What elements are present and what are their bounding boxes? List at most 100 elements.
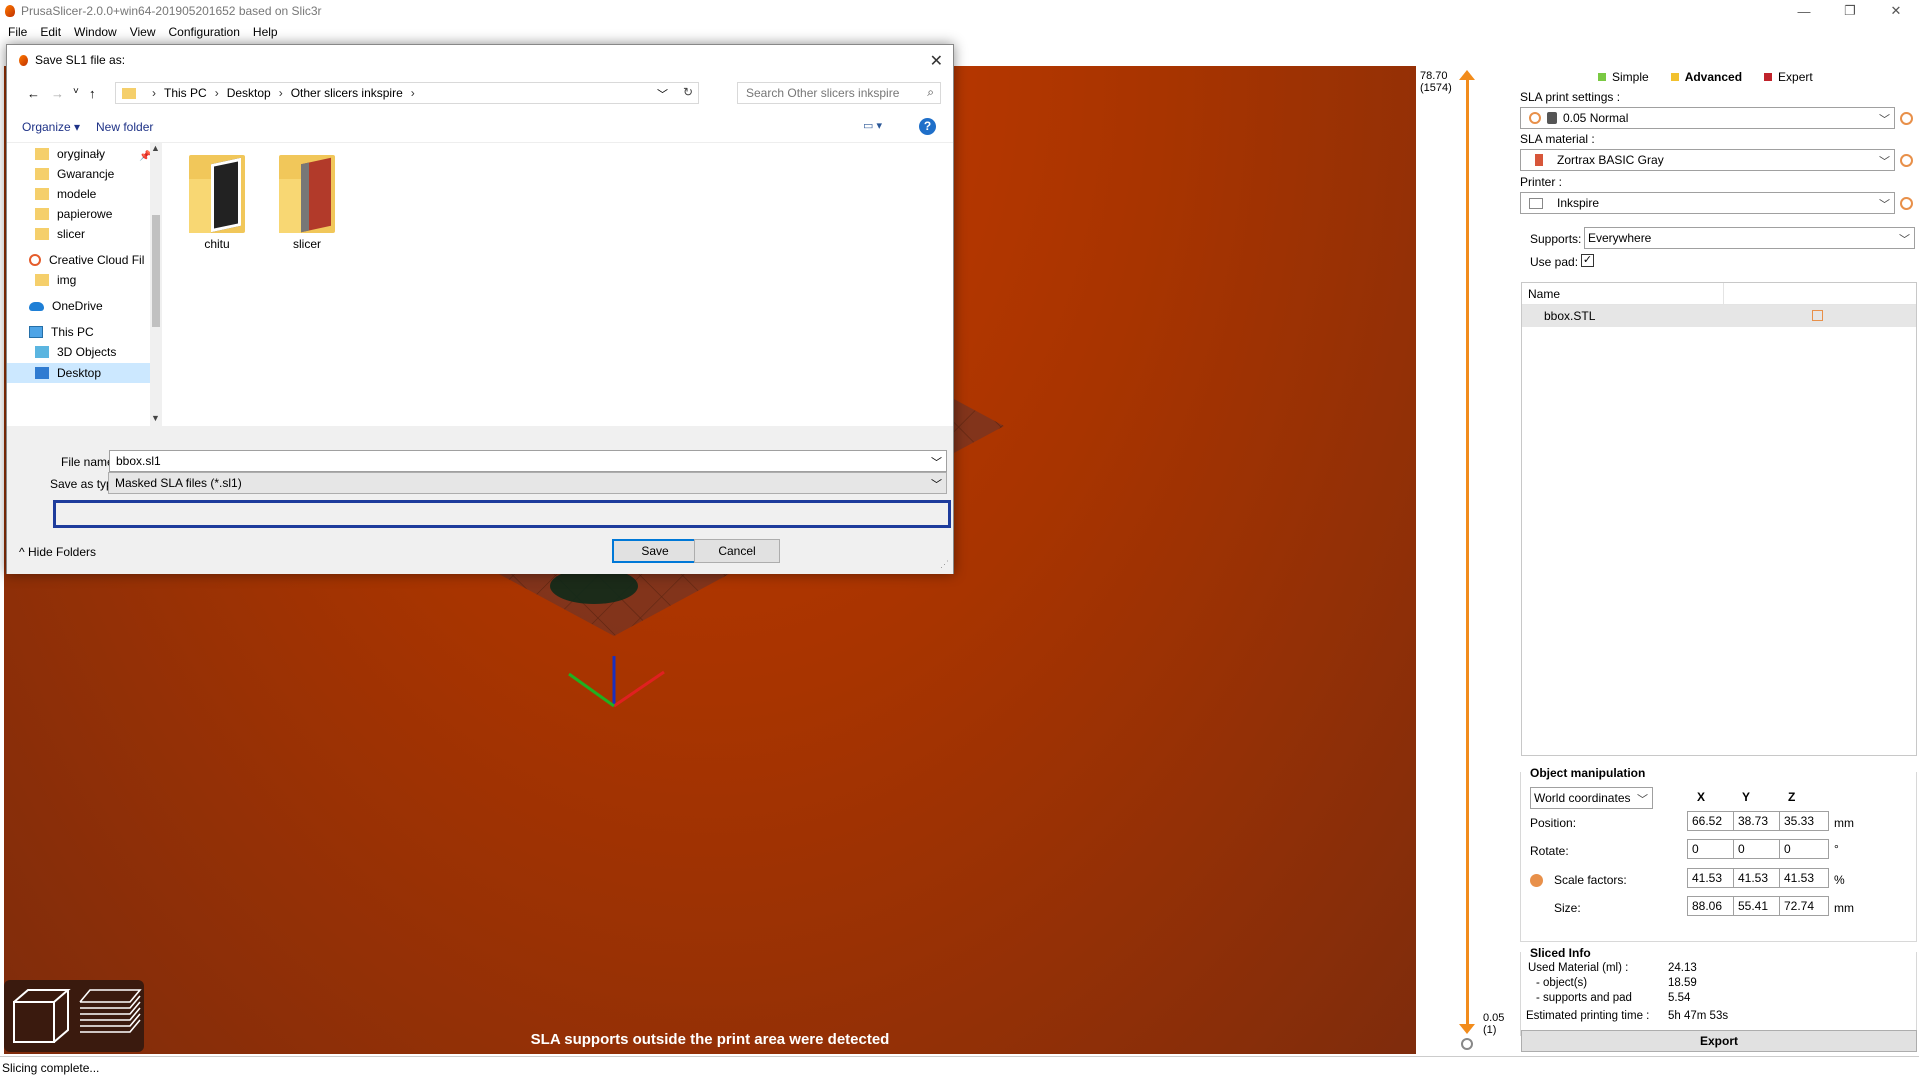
nav-item-img[interactable]: img	[35, 273, 76, 287]
search-input[interactable]: Search Other slicers inkspire ⌕	[737, 82, 941, 104]
menu-help[interactable]: Help	[253, 25, 278, 39]
recent-locations-chevron-icon[interactable]: ˅	[73, 86, 79, 97]
scale-x-input[interactable]: 41.53	[1687, 868, 1737, 888]
edit-object-icon[interactable]	[1812, 310, 1823, 321]
layer-slider-track[interactable]	[1466, 78, 1469, 1028]
size-unit: mm	[1834, 901, 1854, 915]
scrollbar-thumb[interactable]	[152, 215, 160, 327]
help-icon[interactable]: ?	[919, 118, 936, 135]
scroll-up-icon[interactable]: ▲	[151, 143, 160, 153]
breadcrumb-separator-icon[interactable]: ›	[215, 86, 219, 100]
refresh-icon[interactable]: ↻	[683, 85, 693, 99]
print-settings-combo[interactable]: 0.05 Normal ﹀	[1520, 107, 1895, 129]
chevron-down-icon[interactable]: ﹀	[931, 476, 942, 492]
breadcrumb-separator-icon[interactable]: ›	[152, 86, 156, 100]
chevron-down-icon[interactable]: ﹀	[657, 86, 668, 102]
material-label: SLA material :	[1520, 132, 1595, 146]
size-y-input[interactable]: 55.41	[1733, 896, 1783, 916]
file-list: chitu slicer	[162, 143, 953, 426]
maximize-icon[interactable]: ❐	[1827, 0, 1873, 22]
mode-simple[interactable]: Simple	[1598, 70, 1649, 84]
3d-view-icon[interactable]	[13, 989, 71, 1043]
layer-slider-bottom-thumb[interactable]	[1459, 1024, 1475, 1034]
resize-grip-icon[interactable]: ⋰	[940, 559, 949, 570]
breadcrumb-separator-icon[interactable]: ›	[279, 86, 283, 100]
layers-view-icon[interactable]	[79, 989, 142, 1033]
nav-item-modele[interactable]: modele	[35, 187, 96, 201]
nav-item-3d-objects[interactable]: 3D Objects	[35, 345, 116, 359]
print-settings-edit-icon[interactable]	[1900, 112, 1913, 125]
menu-window[interactable]: Window	[74, 25, 117, 39]
rotate-y-input[interactable]: 0	[1733, 839, 1783, 859]
scroll-down-icon[interactable]: ▼	[151, 413, 160, 423]
nav-item-creative-cloud[interactable]: Creative Cloud Fil	[29, 253, 144, 267]
menu-edit[interactable]: Edit	[40, 25, 61, 39]
scale-z-input[interactable]: 41.53	[1779, 868, 1829, 888]
layer-slider-cog-icon[interactable]	[1461, 1038, 1473, 1050]
menu-view[interactable]: View	[130, 25, 156, 39]
cancel-button[interactable]: Cancel	[694, 539, 780, 563]
folder-tile-slicer[interactable]: slicer	[267, 153, 347, 251]
close-window-icon[interactable]: ✕	[1873, 0, 1919, 22]
layer-slider[interactable]: 78.70 (1574) 0.05 (1)	[1417, 66, 1504, 1054]
export-button[interactable]: Export	[1521, 1030, 1917, 1052]
printer-combo[interactable]: Inkspire ﹀	[1520, 192, 1895, 214]
nav-item-onedrive[interactable]: OneDrive	[29, 299, 103, 313]
address-bar[interactable]: › This PC › Desktop › Other slicers inks…	[115, 82, 699, 104]
nav-item-papierowe[interactable]: papierowe	[35, 207, 112, 221]
breadcrumb-desktop[interactable]: Desktop	[227, 86, 271, 100]
object-list-item[interactable]: bbox.STL	[1522, 305, 1916, 327]
rotate-z-input[interactable]: 0	[1779, 839, 1829, 859]
position-x-input[interactable]: 66.52	[1687, 811, 1737, 831]
folder-tile-chitu[interactable]: chitu	[177, 153, 257, 251]
material-edit-icon[interactable]	[1900, 154, 1913, 167]
mode-advanced[interactable]: Advanced	[1670, 70, 1742, 84]
nav-item-slicer[interactable]: slicer	[35, 227, 85, 241]
use-pad-checkbox[interactable]: ✓	[1581, 254, 1594, 267]
printer-edit-icon[interactable]	[1900, 197, 1913, 210]
breadcrumb-other-slicers-inkspire[interactable]: Other slicers inkspire	[291, 86, 403, 100]
close-icon[interactable]: ✕	[930, 51, 943, 71]
nav-item-oryginaly[interactable]: oryginały	[35, 147, 105, 161]
breadcrumb-this-pc[interactable]: This PC	[164, 86, 207, 100]
printer-icon	[1529, 197, 1543, 209]
size-z-input[interactable]: 72.74	[1779, 896, 1829, 916]
object-list-header: Name	[1522, 283, 1916, 305]
minimize-icon[interactable]: —	[1781, 0, 1827, 22]
column-name-header[interactable]: Name	[1522, 283, 1724, 304]
breadcrumb-separator-icon[interactable]: ›	[411, 86, 415, 100]
up-arrow-icon[interactable]: ↑	[89, 86, 96, 101]
coordinate-system-combo[interactable]: World coordinates ﹀	[1530, 787, 1653, 809]
nav-item-gwarancje[interactable]: Gwarancje	[35, 167, 114, 181]
save-button[interactable]: Save	[612, 539, 698, 563]
position-y-input[interactable]: 38.73	[1733, 811, 1783, 831]
material-combo[interactable]: Zortrax BASIC Gray ﹀	[1520, 149, 1895, 171]
new-folder-button[interactable]: New folder	[96, 120, 153, 134]
forward-arrow-icon[interactable]: →	[51, 86, 64, 101]
nav-item-desktop[interactable]: Desktop	[7, 363, 150, 383]
navigation-pane-scrollbar[interactable]: ▲ ▼	[150, 143, 161, 426]
rotate-x-input[interactable]: 0	[1687, 839, 1737, 859]
save-type-select[interactable]: Masked SLA files (*.sl1) ﹀	[108, 472, 947, 494]
scale-label: Scale factors:	[1554, 873, 1627, 887]
position-z-input[interactable]: 35.33	[1779, 811, 1829, 831]
chevron-down-icon[interactable]: ﹀	[931, 454, 942, 470]
layer-bottom-readout: 0.05 (1)	[1483, 1012, 1504, 1036]
back-arrow-icon[interactable]: ←	[27, 86, 40, 101]
nav-item-this-pc[interactable]: This PC	[29, 325, 94, 339]
supports-combo[interactable]: Everywhere ﹀	[1584, 227, 1915, 249]
organize-button[interactable]: Organize ▾	[22, 120, 80, 134]
mode-expert[interactable]: Expert	[1764, 70, 1813, 84]
scale-y-input[interactable]: 41.53	[1733, 868, 1783, 888]
scale-lock-icon[interactable]	[1530, 874, 1543, 887]
print-time-label: Estimated printing time :	[1526, 1010, 1650, 1022]
layer-slider-top-thumb[interactable]	[1459, 70, 1475, 80]
hide-folders-button[interactable]: ^ Hide Folders	[19, 545, 96, 559]
menu-file[interactable]: File	[8, 25, 27, 39]
change-view-icon[interactable]: ▭ ▾	[863, 119, 882, 132]
creative-cloud-icon	[29, 254, 41, 266]
file-name-input[interactable]: bbox.sl1 ﹀	[109, 450, 947, 472]
size-x-input[interactable]: 88.06	[1687, 896, 1737, 916]
menu-configuration[interactable]: Configuration	[169, 25, 240, 39]
window-controls: — ❐ ✕	[1781, 0, 1919, 22]
